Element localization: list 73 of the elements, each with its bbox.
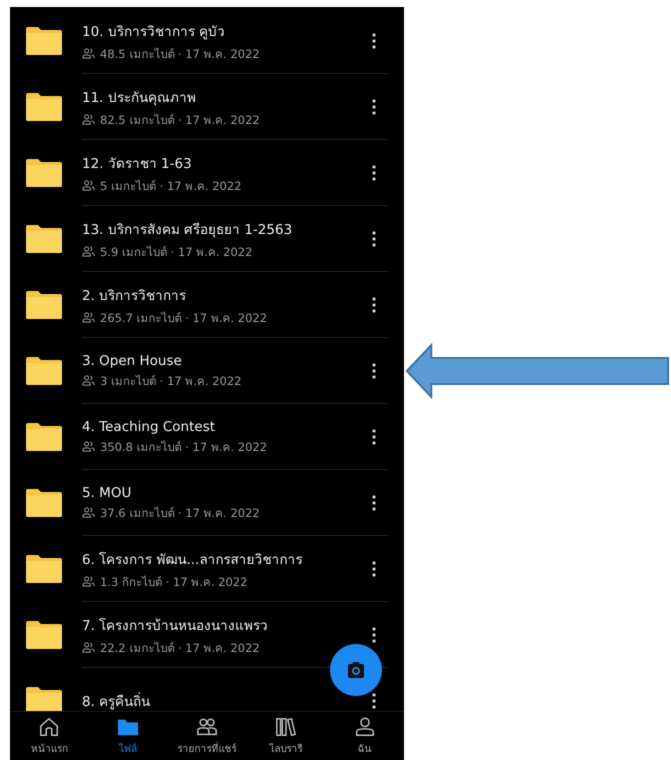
folder-row[interactable]: 5. MOU 37.6 เมกะไบต์ · 17 พ.ค. 2022 — [10, 470, 404, 536]
folder-details: 48.5 เมกะไบต์ · 17 พ.ค. 2022 — [100, 46, 260, 62]
folder-row[interactable]: 3. Open House 3 เมกะไบต์ · 17 พ.ค. 2022 — [10, 338, 404, 404]
folder-icon — [25, 158, 63, 188]
folder-icon — [25, 422, 63, 452]
people-icon — [82, 507, 95, 518]
folder-name: 7. โครงการบ้านหนองนางแพรว — [82, 616, 270, 636]
folder-icon — [25, 356, 63, 386]
more-options-icon[interactable] — [372, 33, 376, 49]
more-options-icon[interactable] — [372, 561, 376, 577]
nav-tab[interactable]: ไลบรารี — [246, 712, 326, 760]
folder-name: 3. Open House — [82, 352, 183, 368]
people-icon — [82, 48, 95, 59]
folder-row[interactable]: 6. โครงการ พัฒน...ลากรสายวิชาการ 1.3 กิกะไบต์ · 17 พ.ค. 2022 — [10, 536, 404, 602]
folder-details: 82.5 เมกะไบต์ · 17 พ.ค. 2022 — [100, 112, 260, 128]
people-icon — [82, 441, 95, 452]
folder-details: 22.2 เมกะไบต์ · 17 พ.ค. 2022 — [100, 640, 260, 656]
more-options-icon[interactable] — [372, 99, 376, 115]
people-icon — [82, 375, 95, 386]
folder-name: 11. ประกันคุณภาพ — [82, 88, 197, 108]
person-icon — [354, 716, 376, 738]
folder-icon — [25, 224, 63, 254]
people-icon — [82, 180, 95, 191]
people-icon — [82, 114, 95, 125]
folder-details: 265.7 เมกะไบต์ · 17 พ.ค. 2022 — [100, 310, 268, 326]
folder-name: 5. MOU — [82, 484, 132, 500]
folder-icon — [25, 554, 63, 584]
folder-icon — [25, 290, 63, 320]
folder-name: 13. บริการสังคม ศรีอยุธยา 1-2563 — [82, 220, 294, 240]
more-options-icon[interactable] — [372, 693, 376, 709]
folder-icon — [25, 686, 63, 711]
folder-row[interactable]: 4. Teaching Contest 350.8 เมกะไบต์ · 17 พ.ค. 2022 — [10, 404, 404, 470]
more-options-icon[interactable] — [372, 495, 376, 511]
more-options-icon[interactable] — [372, 429, 376, 445]
folder-row[interactable]: 11. ประกันคุณภาพ 82.5 เมกะไบต์ · 17 พ.ค. 2022 — [10, 74, 404, 140]
nav-tab[interactable]: รายการที่แชร์ — [168, 712, 246, 760]
folder-details: 1.3 กิกะไบต์ · 17 พ.ค. 2022 — [100, 574, 248, 590]
people-icon — [82, 246, 95, 257]
folder-details: 3 เมกะไบต์ · 17 พ.ค. 2022 — [100, 372, 242, 390]
folder-name: 6. โครงการ พัฒน...ลากรสายวิชาการ — [82, 550, 304, 570]
more-options-icon[interactable] — [372, 165, 376, 181]
more-options-icon[interactable] — [372, 231, 376, 247]
more-options-icon[interactable] — [372, 363, 376, 379]
folder-name: 10. บริการวิชาการ คูบัว — [82, 22, 226, 42]
people-icon — [196, 716, 218, 738]
folder-name: 8. ครูคืนถิ่น — [82, 691, 152, 711]
folder-details: 350.8 เมกะไบต์ · 17 พ.ค. 2022 — [100, 438, 268, 456]
nav-tab[interactable]: ไฟล์ — [88, 712, 168, 760]
folder-icon — [25, 92, 63, 122]
more-options-icon[interactable] — [372, 627, 376, 643]
nav-tab[interactable]: หน้าแรก — [10, 712, 89, 760]
people-icon — [82, 642, 95, 653]
people-icon — [82, 576, 95, 587]
folder-row[interactable]: 2. บริการวิชาการ 265.7 เมกะไบต์ · 17 พ.ค. 2022 — [10, 272, 404, 338]
folder-details: 37.6 เมกะไบต์ · 17 พ.ค. 2022 — [100, 504, 260, 522]
camera-button[interactable] — [330, 644, 382, 696]
folder-row[interactable]: 12. วัดราชา 1-63 5 เมกะไบต์ · 17 พ.ค. 2022 — [10, 140, 404, 206]
home-icon — [38, 716, 60, 738]
books-icon — [274, 716, 297, 738]
folder-details: 5.9 เมกะไบต์ · 17 พ.ค. 2022 — [100, 244, 252, 260]
folder-name: 12. วัดราชา 1-63 — [82, 154, 193, 174]
folder-details: 5 เมกะไบต์ · 17 พ.ค. 2022 — [100, 178, 242, 194]
camera-icon — [346, 661, 366, 679]
folder-icon — [25, 620, 63, 650]
folder-icon — [25, 488, 63, 518]
folder-icon — [25, 26, 63, 56]
folder-row[interactable]: 13. บริการสังคม ศรีอยุธยา 1-2563 5.9 เมกะไบต์ · 17 พ.ค. 2022 — [10, 206, 404, 272]
folder-name: 4. Teaching Contest — [82, 418, 216, 434]
people-icon — [82, 312, 95, 323]
more-options-icon[interactable] — [372, 297, 376, 313]
folder-row[interactable]: 10. บริการวิชาการ คูบัว 48.5 เมกะไบต์ · 17 พ.ค. 2022 — [10, 8, 404, 74]
folder-name: 2. บริการวิชาการ — [82, 286, 188, 306]
nav-tab[interactable]: ฉัน — [325, 712, 404, 760]
